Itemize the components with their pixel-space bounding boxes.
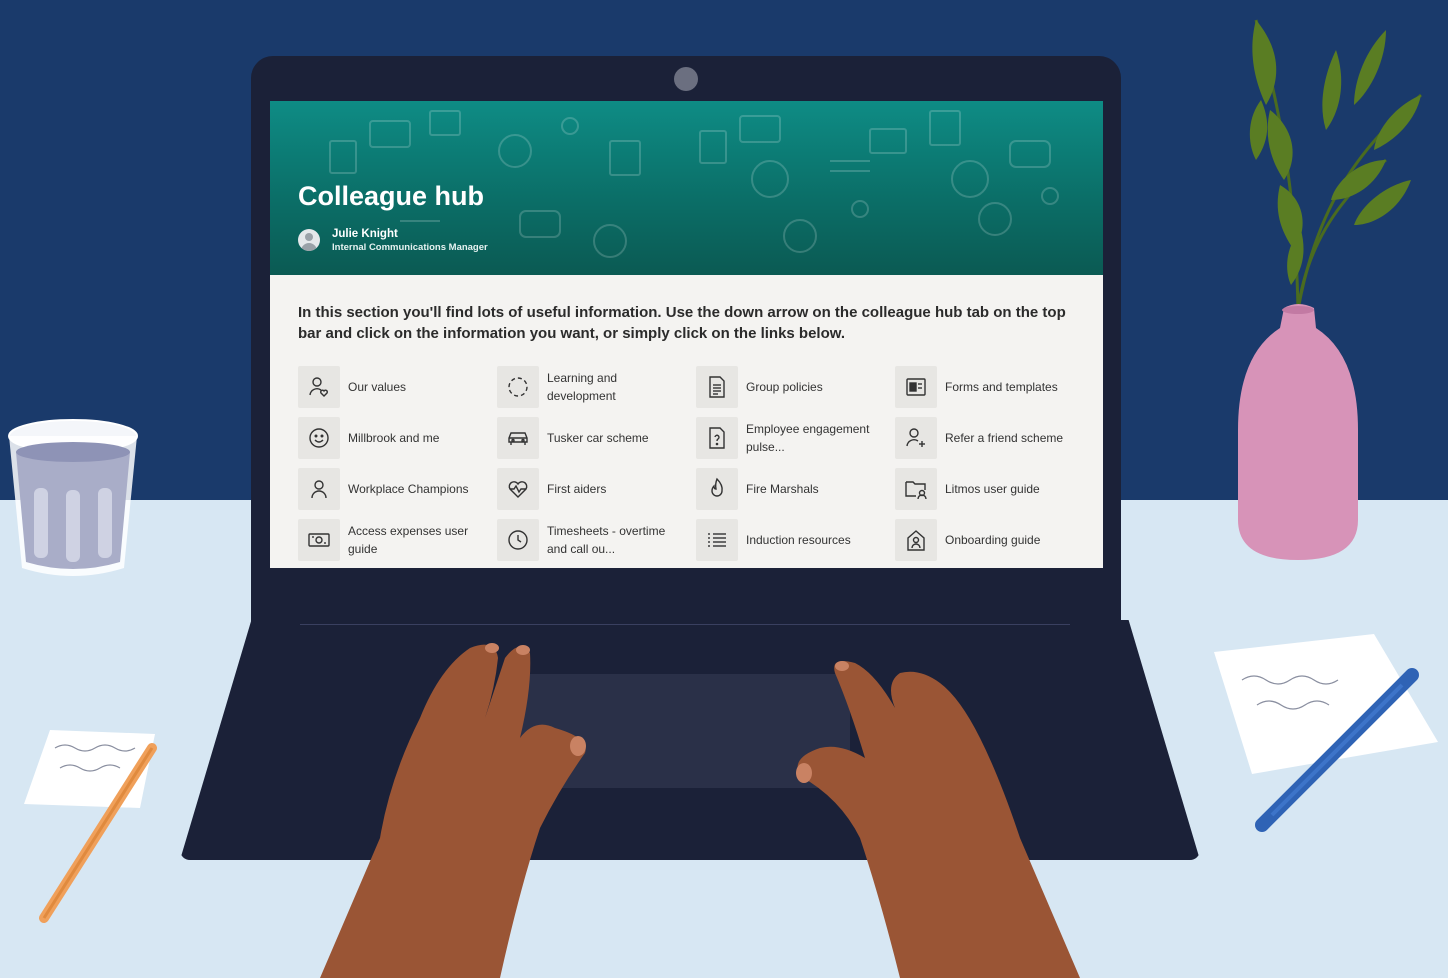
link-label: Workplace Champions [348,482,469,496]
notepad-pen-illustration [1214,634,1438,832]
quick-link-forms-templates[interactable]: Forms and templates [895,366,1085,408]
quick-link-induction-resources[interactable]: Induction resources [696,519,886,561]
link-label: Litmos user guide [945,482,1040,496]
quick-link-workplace-champions[interactable]: Workplace Champions [298,468,488,510]
quick-link-millbrook-and-me[interactable]: Millbrook and me [298,417,488,459]
webcam [674,67,698,91]
flame-icon [696,468,738,510]
page-title: Colleague hub [298,181,485,211]
person-icon [298,468,340,510]
quick-link-learning[interactable]: Learning and development [497,366,687,408]
dashed-circle-icon [497,366,539,408]
author-avatar [298,229,320,251]
quick-link-our-values[interactable]: Our values [298,366,488,408]
link-label: Refer a friend scheme [945,431,1064,445]
smiley-icon [298,417,340,459]
link-label: Access expenses user guide [348,524,469,556]
clock-icon [497,519,539,561]
quick-link-tusker-car-scheme[interactable]: Tusker car scheme [497,417,687,459]
link-label: Forms and templates [945,380,1058,394]
notepad-pencil-illustration [24,730,157,923]
author-role: Internal Communications Manager [332,242,488,253]
quick-link-refer-a-friend[interactable]: Refer a friend scheme [895,417,1085,459]
quick-link-employee-engagement[interactable]: Employee engagement pulse... [696,417,886,459]
link-label: Timesheets - overtime and call ou... [547,524,666,556]
quick-link-timesheets[interactable]: Timesheets - overtime and call ou... [497,519,687,561]
forms-icon [895,366,937,408]
link-label: Our values [348,380,407,394]
link-label: Tusker car scheme [547,431,649,445]
heart-pulse-icon [497,468,539,510]
hero-banner: Colleague hub Julie Knight Internal Comm… [270,101,1103,275]
link-label: Induction resources [746,533,851,547]
colleague-hub-page: Colleague hub Julie Knight Internal Comm… [270,101,1103,568]
person-heart-icon [298,366,340,408]
quick-link-litmos-user-guide[interactable]: Litmos user guide [895,468,1085,510]
link-label: Onboarding guide [945,533,1041,547]
car-icon [497,417,539,459]
avatar-body [301,243,317,251]
document-icon [696,366,738,408]
link-label: First aiders [547,482,607,496]
contact-card-icon [895,519,937,561]
link-label: Fire Marshals [746,482,819,496]
avatar-head [305,233,313,241]
money-icon [298,519,340,561]
quick-link-group-policies[interactable]: Group policies [696,366,886,408]
author-name[interactable]: Julie Knight [332,228,398,240]
quick-link-first-aiders[interactable]: First aiders [497,468,687,510]
water-glass-illustration [8,419,138,576]
vase-plant-illustration [1238,19,1422,560]
quick-link-onboarding-guide[interactable]: Onboarding guide [895,519,1085,561]
intro-text: In this section you'll find lots of usef… [298,304,1066,342]
link-label: Millbrook and me [348,431,440,445]
link-label: Group policies [746,380,823,394]
quick-link-access-expenses[interactable]: Access expenses user guide [298,519,488,561]
folder-person-icon [895,468,937,510]
list-icon [696,519,738,561]
person-add-icon [895,417,937,459]
link-label: Learning and development [547,371,618,403]
document-question-icon [696,417,738,459]
typing-hands-illustration [320,643,1080,978]
quick-link-fire-marshals[interactable]: Fire Marshals [696,468,886,510]
laptop-hinge [300,624,1070,625]
link-label: Employee engagement pulse... [746,422,870,454]
